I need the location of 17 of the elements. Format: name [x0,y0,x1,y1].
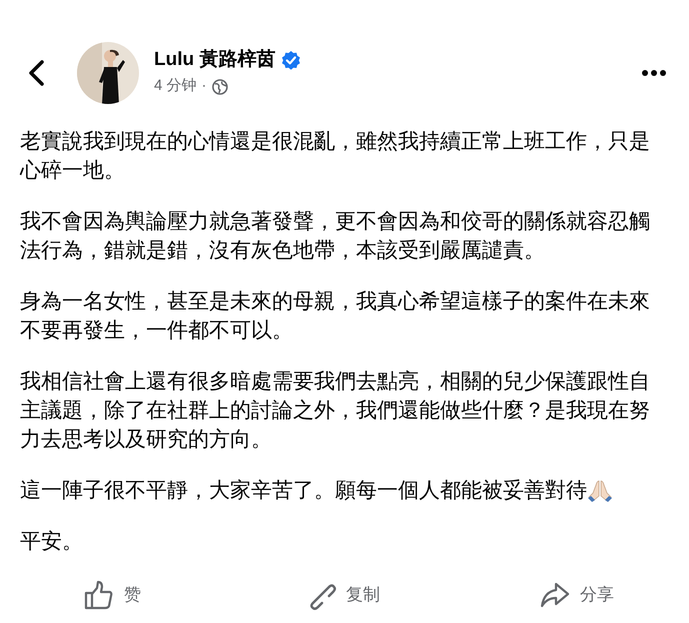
post-paragraph: 我相信社會上還有很多暗處需要我們去點亮，相關的兒少保護跟性自主議題，除了在社群上的討論之外，我們還能做些什麼？是我現在努力去思考以及研究的方向。 [20,369,651,453]
more-options-icon[interactable] [641,69,667,77]
share-arrow-icon [540,580,570,610]
post-paragraph: 平安。 [20,529,83,555]
post-paragraph: 身為一名女性，甚至是未來的母親，我真心希望這樣子的案件在未來不要再發生，一件都不可以。 [20,289,651,344]
copy-link-button[interactable]: 复制 [232,580,462,610]
thumbs-up-icon [84,580,114,610]
praying-hands-icon [587,479,613,503]
separator-dot: · [202,76,207,96]
globe-icon [212,78,228,94]
author-name[interactable]: Lulu 黃路梓茵 [154,48,276,72]
post-time: 4 分钟 [154,76,197,96]
post-paragraph: 我不會因為輿論壓力就急著發聲，更不會因為和佼哥的關係就容忍觸法行為，錯就是錯，沒有灰色地帶，本該受到嚴厲譴責。 [20,209,651,264]
like-button[interactable]: 赞 [0,580,232,610]
share-button[interactable]: 分享 [462,580,689,610]
post-paragraph: 老實說我到現在的心情還是很混亂，雖然我持續正常上班工作，只是心碎一地。 [20,129,651,184]
post-paragraph: 這一陣子很不平靜，大家辛苦了。願每一個人都能被妥善對待 [20,478,587,504]
